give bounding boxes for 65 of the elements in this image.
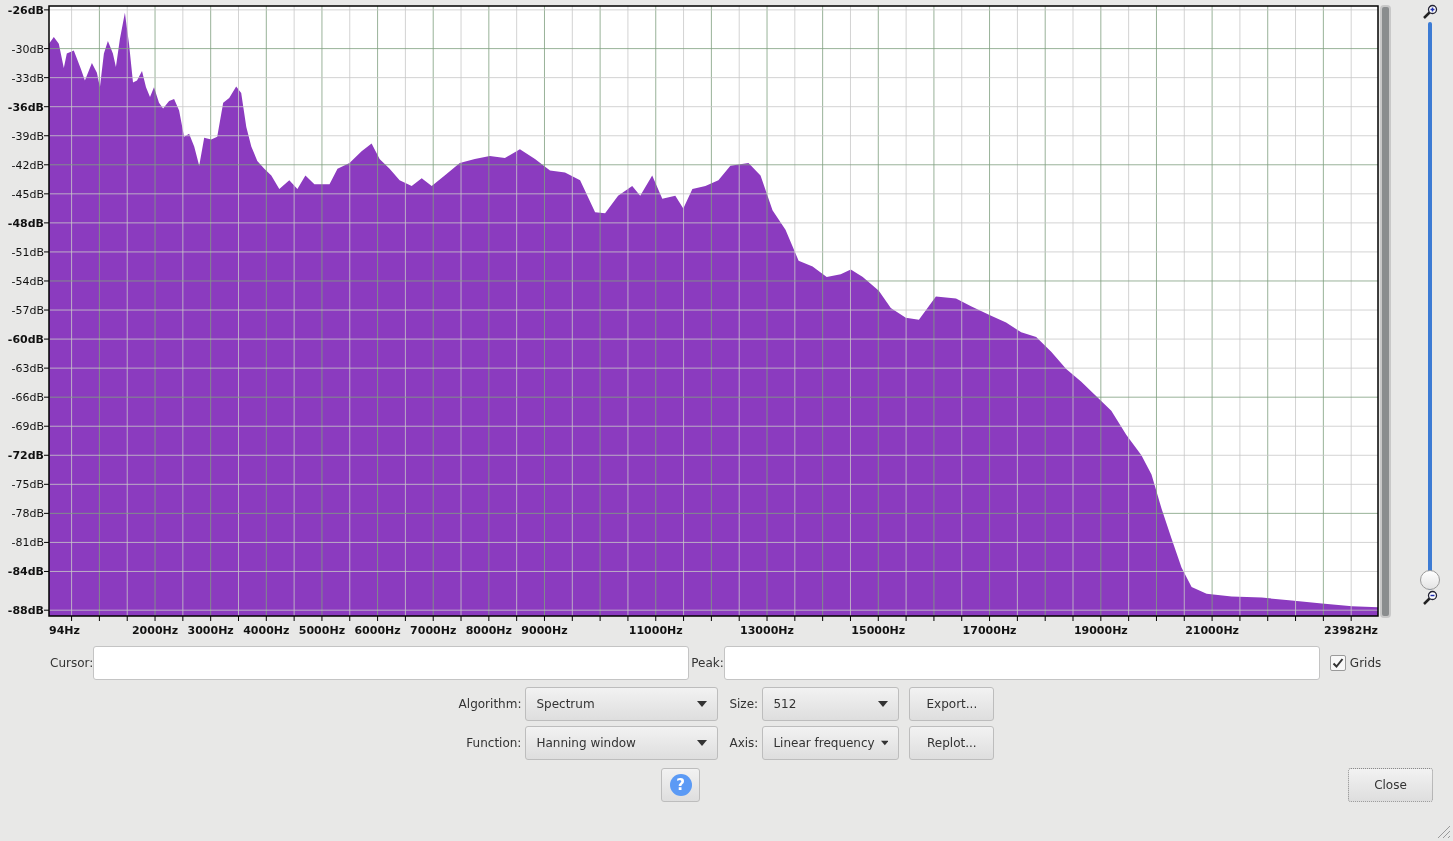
caret-icon bbox=[697, 701, 708, 707]
y-axis-label: -39dB bbox=[11, 129, 44, 143]
y-axis-label: -30dB bbox=[11, 42, 44, 56]
button[interactable]: Replot... bbox=[909, 726, 995, 760]
function-label: Function: bbox=[465, 735, 522, 752]
x-axis-label: 23982Hz bbox=[1324, 624, 1378, 637]
x-axis-label: 2000Hz bbox=[131, 624, 179, 637]
y-axis-label: -26dB bbox=[7, 3, 44, 17]
peak-field[interactable] bbox=[723, 646, 1320, 680]
dropdown[interactable]: Linear frequency bbox=[762, 726, 900, 760]
y-axis-label: -75dB bbox=[11, 478, 44, 492]
y-axis-label: -57dB bbox=[11, 304, 44, 318]
x-axis-label: 17000Hz bbox=[962, 624, 1017, 637]
y-axis-label: -81dB bbox=[11, 536, 44, 550]
button[interactable]: Export... bbox=[909, 687, 995, 721]
x-axis-label: 8000Hz bbox=[465, 624, 512, 637]
y-axis-label: -54dB bbox=[11, 275, 44, 288]
grids-checkbox[interactable] bbox=[1329, 655, 1346, 671]
check-icon bbox=[1331, 657, 1344, 669]
cursor-field[interactable] bbox=[93, 646, 690, 680]
x-axis-label: 5000Hz bbox=[298, 624, 346, 637]
y-axis-label: -48dB bbox=[7, 216, 44, 230]
size-label: Size: bbox=[729, 696, 759, 713]
caret-icon bbox=[878, 701, 889, 707]
x-axis-label: 15000Hz bbox=[851, 624, 906, 637]
algorithm-label: Algorithm: bbox=[458, 696, 522, 713]
x-axis-label: 11000Hz bbox=[628, 624, 683, 637]
peak-label: Peak: bbox=[691, 655, 724, 672]
x-axis-label: 3000Hz bbox=[187, 624, 234, 637]
dropdown[interactable]: Spectrum bbox=[525, 687, 719, 721]
x-axis-label: 7000Hz bbox=[410, 624, 457, 637]
y-axis-label: -72dB bbox=[7, 449, 44, 463]
zoom-slider[interactable] bbox=[1419, 22, 1440, 590]
caret-icon bbox=[697, 740, 708, 746]
x-axis-label: 21000Hz bbox=[1185, 624, 1240, 637]
x-axis-label: 4000Hz bbox=[243, 624, 290, 637]
y-axis-label: -78dB bbox=[11, 507, 44, 521]
x-axis-label: 94Hz bbox=[49, 624, 80, 637]
y-axis-label: -84dB bbox=[7, 565, 44, 579]
x-axis-label: 6000Hz bbox=[354, 624, 401, 637]
y-axis-label: -42dB bbox=[11, 158, 44, 172]
zoom-out-icon[interactable] bbox=[1421, 590, 1438, 606]
y-axis-label: -88dB bbox=[7, 604, 44, 618]
dropdown[interactable]: 512 bbox=[762, 687, 900, 721]
y-axis-label: -45dB bbox=[11, 187, 44, 201]
x-axis-label: 9000Hz bbox=[521, 624, 568, 637]
caret-icon bbox=[880, 740, 889, 746]
y-axis-label: -69dB bbox=[11, 420, 44, 434]
slider-thumb[interactable] bbox=[1419, 570, 1440, 590]
y-axis-label: -63dB bbox=[11, 362, 44, 376]
x-axis-label: 13000Hz bbox=[740, 624, 794, 637]
axis-label: Axis: bbox=[729, 735, 759, 752]
x-axis-label: 19000Hz bbox=[1073, 624, 1128, 637]
y-axis-label: -60dB bbox=[7, 333, 44, 347]
y-axis-label: -66dB bbox=[11, 391, 44, 405]
zoom-in-icon[interactable] bbox=[1421, 4, 1438, 20]
cursor-label: Cursor: bbox=[50, 655, 94, 672]
close-button[interactable]: Close bbox=[1348, 768, 1433, 802]
scrollbar[interactable] bbox=[1380, 5, 1391, 618]
y-axis-label: -33dB bbox=[11, 71, 44, 85]
grids-label: Grids bbox=[1349, 655, 1382, 672]
y-axis-label: -51dB bbox=[11, 245, 44, 259]
dropdown[interactable]: Hanning window bbox=[525, 726, 719, 760]
resize-grip-icon[interactable] bbox=[1435, 823, 1451, 839]
y-axis-label: -36dB bbox=[7, 100, 44, 114]
